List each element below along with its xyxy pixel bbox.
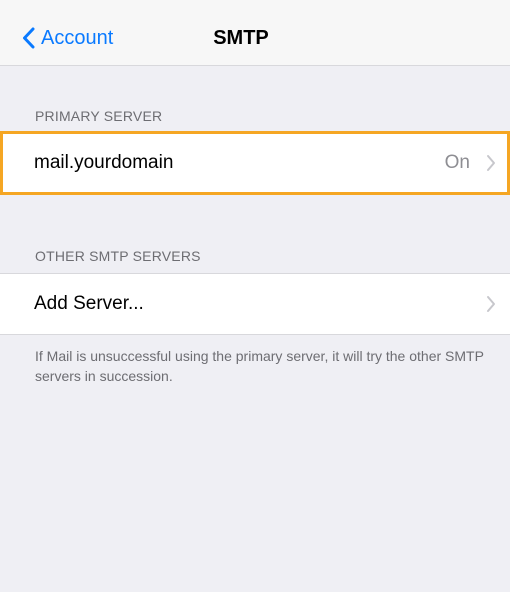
other-smtp-servers-header: OTHER SMTP SERVERS	[35, 248, 201, 264]
smtp-footer-note: If Mail is unsuccessful using the primar…	[35, 348, 484, 384]
navigation-bar: Account SMTP	[0, 0, 510, 66]
add-server-label: Add Server...	[34, 293, 144, 314]
primary-server-cell[interactable]: mail.yourdomain On	[0, 131, 510, 195]
add-server-cell[interactable]: Add Server...	[0, 273, 510, 335]
primary-server-header: PRIMARY SERVER	[35, 108, 163, 124]
chevron-right-icon	[487, 296, 495, 312]
chevron-right-icon	[487, 155, 495, 171]
page-title: SMTP	[213, 27, 269, 49]
primary-server-status: On	[444, 152, 470, 173]
primary-server-name: mail.yourdomain	[34, 152, 174, 173]
